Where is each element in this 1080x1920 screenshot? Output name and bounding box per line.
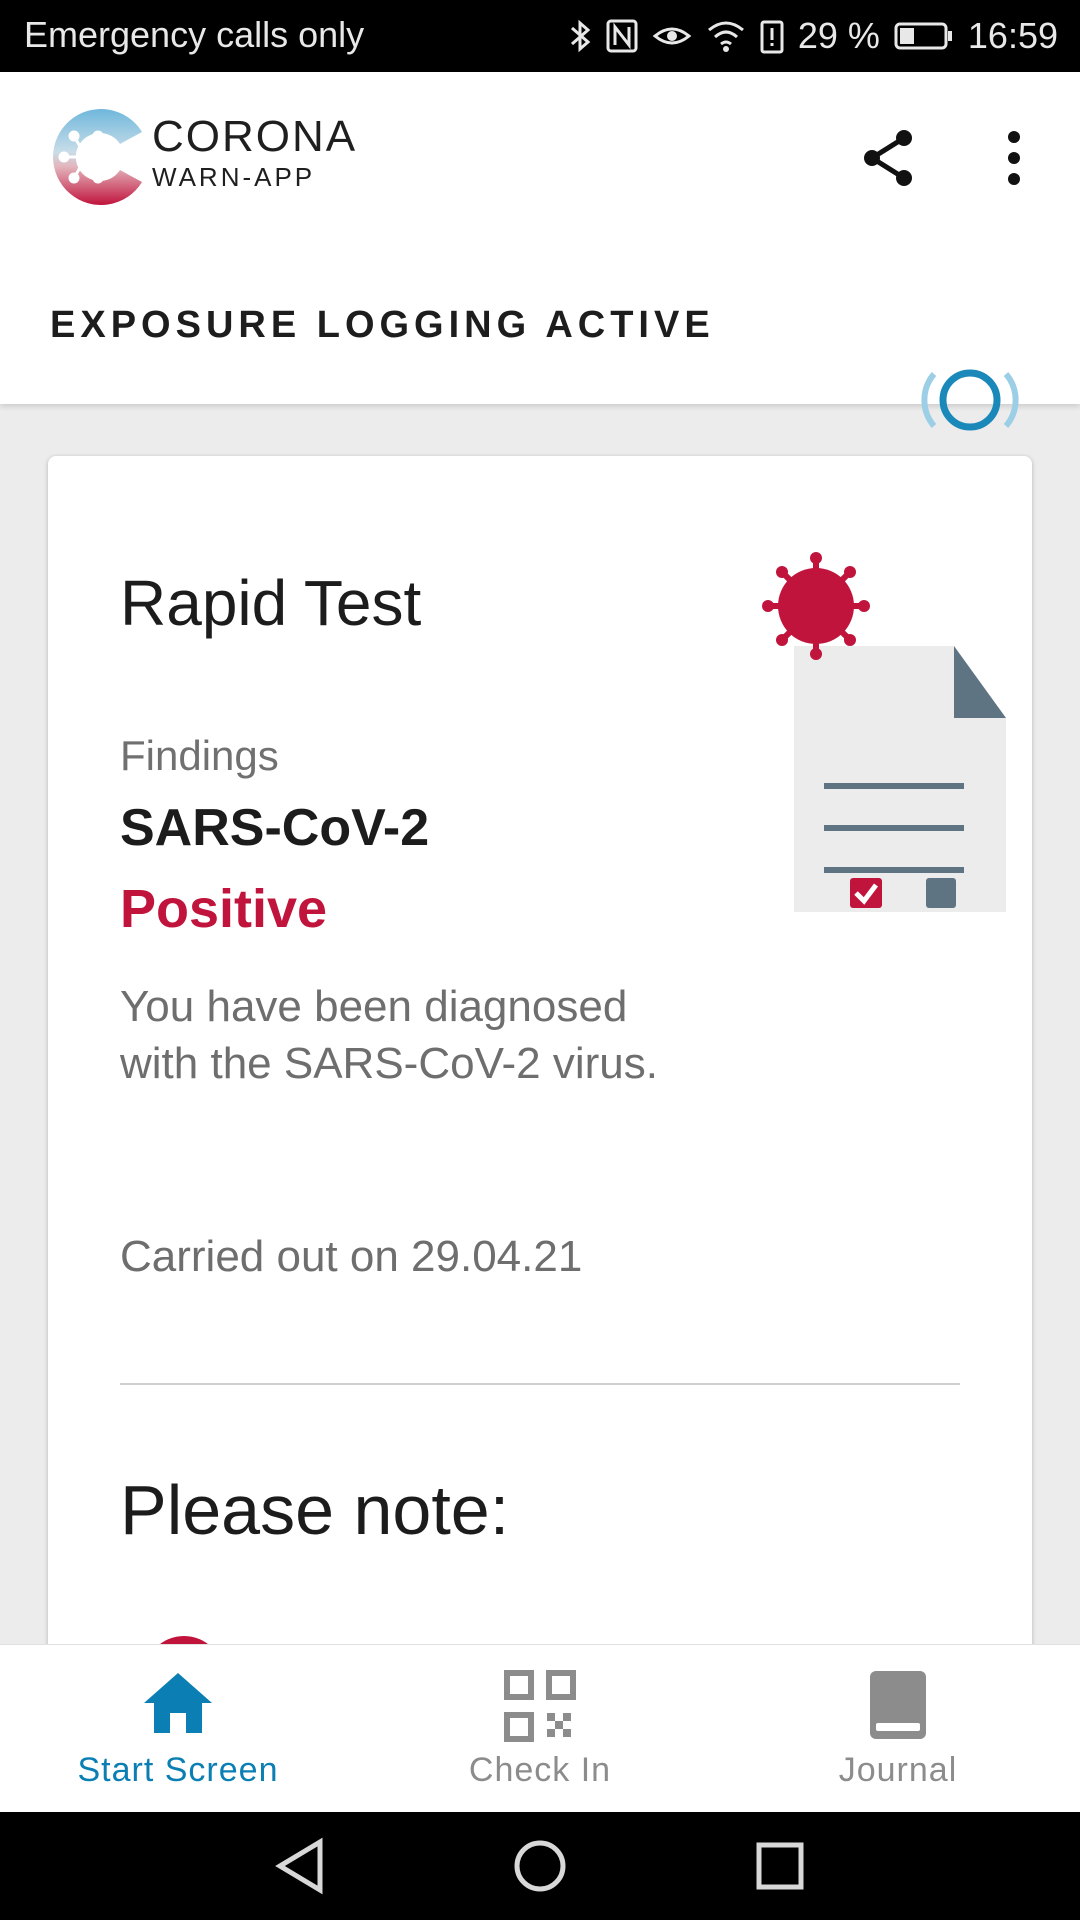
- nav-start-screen-label: Start Screen: [77, 1751, 279, 1789]
- bottom-navigation: Start Screen Check In Journal: [0, 1644, 1080, 1813]
- findings-label: Findings: [120, 732, 279, 779]
- status-bar: Emergency calls only 29 % 16:59: [0, 0, 1080, 72]
- home-circle-icon[interactable]: [510, 1836, 570, 1896]
- please-note-heading: Please note:: [120, 1471, 510, 1549]
- battery-percent: 29 %: [797, 15, 880, 56]
- divider: [120, 1383, 960, 1385]
- nav-check-in-label: Check In: [468, 1751, 612, 1789]
- recents-icon[interactable]: [752, 1836, 808, 1896]
- test-document-illustration: [716, 552, 1016, 928]
- share-button[interactable]: [858, 128, 918, 188]
- battery-alert-icon: [760, 20, 784, 54]
- qr-code-icon: [504, 1670, 576, 1742]
- logo-wordmark: CORONA WARN-APP: [152, 112, 357, 193]
- nav-journal-label: Journal: [838, 1751, 958, 1789]
- more-options-button[interactable]: [990, 128, 1038, 188]
- app-header: CORONA WARN-APP EXPOSURE LOGGING ACTIVE: [0, 72, 1080, 431]
- eye-icon: [652, 27, 692, 45]
- virus-name: SARS-CoV-2: [120, 799, 430, 857]
- nav-start-screen[interactable]: Start Screen: [28, 1645, 328, 1813]
- clock: 16:59: [967, 15, 1058, 56]
- exposure-active-icon: [921, 369, 1019, 431]
- wifi-icon: [707, 21, 744, 52]
- battery-icon: [894, 22, 952, 50]
- test-result-positive: Positive: [120, 879, 328, 939]
- exposure-logging-status[interactable]: EXPOSURE LOGGING ACTIVE: [50, 304, 715, 347]
- more-vertical-icon: [1008, 131, 1020, 185]
- nfc-icon: [606, 19, 638, 53]
- nav-check-in[interactable]: Check In: [390, 1645, 690, 1813]
- carrier-text: Emergency calls only: [24, 14, 365, 55]
- system-navigation-bar: [0, 1812, 1080, 1920]
- logo-line-warn-app: WARN-APP: [152, 162, 316, 192]
- status-icons: 29 % 16:59: [568, 14, 1058, 58]
- corona-warn-app-logo: [46, 100, 154, 219]
- share-icon: [864, 130, 912, 186]
- card-title: Rapid Test: [120, 567, 422, 639]
- logo-line-corona: CORONA: [152, 112, 358, 161]
- bluetooth-icon: [570, 19, 591, 53]
- test-date: Carried out on 29.04.21: [120, 1232, 583, 1281]
- diagnosis-description: You have been diagnosed with the SARS-Co…: [120, 982, 658, 1088]
- nav-journal[interactable]: Journal: [748, 1645, 1048, 1813]
- book-icon: [870, 1671, 926, 1739]
- back-icon[interactable]: [272, 1836, 328, 1896]
- rapid-test-result-card[interactable]: Rapid Test Findings SARS-CoV-2 Positive …: [48, 456, 1032, 1756]
- home-icon: [144, 1673, 212, 1733]
